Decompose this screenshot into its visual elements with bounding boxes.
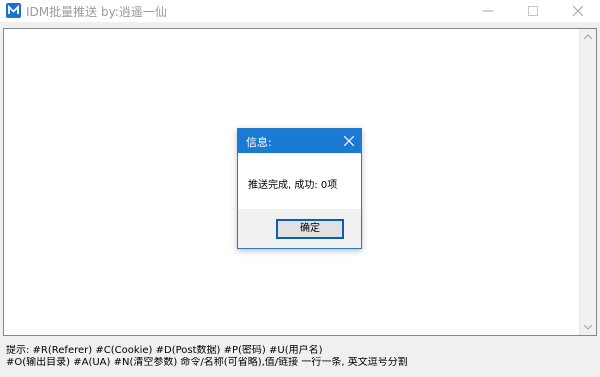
minimize-icon bbox=[483, 10, 493, 12]
hint-line-2: #O(输出目录) #A(UA) #N(清空参数) 命令/名称(可省略),值/链接… bbox=[6, 357, 408, 368]
scroll-down-arrow-icon[interactable] bbox=[584, 325, 592, 330]
close-icon bbox=[344, 136, 354, 146]
maximize-button[interactable] bbox=[511, 0, 555, 22]
ok-button[interactable]: 确定 bbox=[276, 219, 344, 239]
hint-line-1: 提示: #R(Referer) #C(Cookie) #D(Post数据) #P… bbox=[6, 345, 323, 356]
title-bar: IDM批量推送 by:逍遥一仙 bbox=[0, 0, 600, 22]
close-icon bbox=[573, 6, 583, 16]
info-dialog: 信息: 推送完成, 成功: 0项 确定 bbox=[237, 128, 362, 249]
dialog-title: 信息: bbox=[246, 136, 272, 149]
maximize-icon bbox=[528, 6, 538, 16]
app-icon bbox=[6, 3, 21, 18]
minimize-button[interactable] bbox=[466, 0, 510, 22]
dialog-body: 推送完成, 成功: 0项 bbox=[238, 153, 361, 209]
close-button[interactable] bbox=[556, 0, 600, 22]
dialog-title-bar: 信息: bbox=[238, 129, 361, 153]
dialog-message: 推送完成, 成功: 0项 bbox=[248, 180, 338, 191]
scroll-up-arrow-icon[interactable] bbox=[584, 34, 592, 39]
window-title: IDM批量推送 by:逍遥一仙 bbox=[26, 5, 167, 19]
vertical-scrollbar[interactable] bbox=[579, 29, 596, 335]
dialog-close-button[interactable] bbox=[337, 129, 361, 153]
dialog-footer: 确定 bbox=[238, 209, 361, 248]
